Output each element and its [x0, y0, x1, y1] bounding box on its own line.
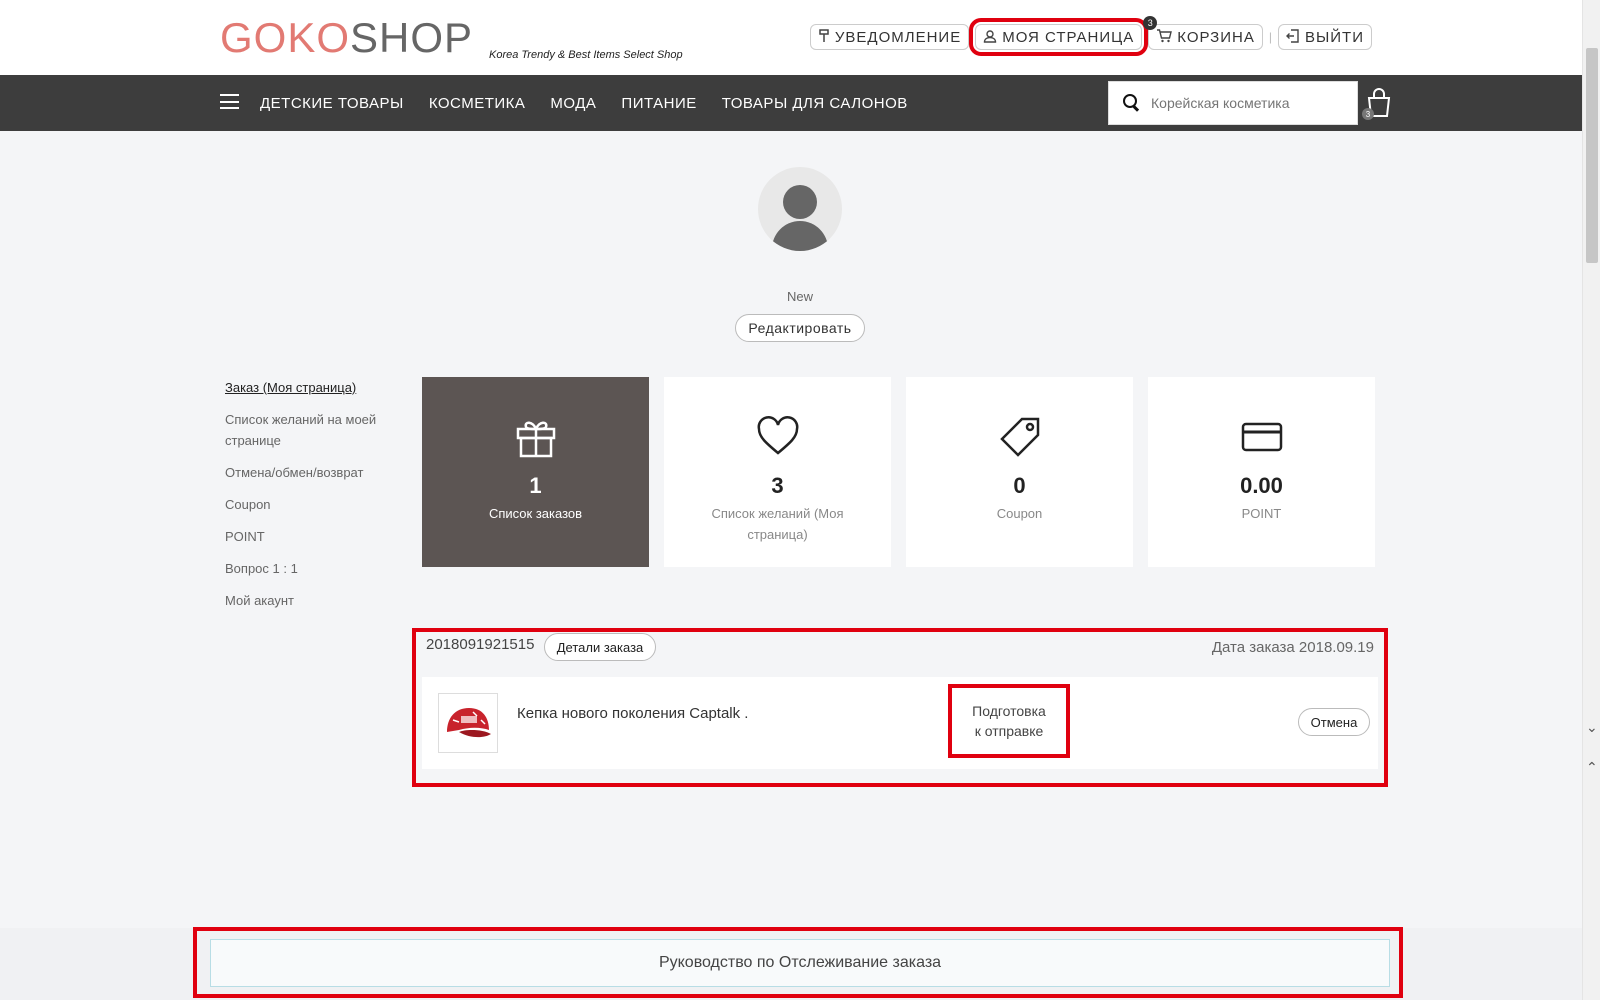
gift-icon	[516, 421, 555, 458]
notification-link[interactable]: УВЕДОМЛЕНИЕ	[809, 24, 970, 50]
site-logo[interactable]: GOKOSHOP Korea Trendy & Best Items Selec…	[220, 14, 683, 62]
bag-count-badge: 3	[1362, 108, 1374, 120]
wishlist-label: Список желаний (Моя страница)	[711, 506, 844, 542]
logout-label: ВЫЙТИ	[1304, 28, 1364, 46]
coupon-label: Coupon	[996, 506, 1043, 521]
cart-label: КОРЗИНА	[1177, 28, 1255, 46]
cap-image	[447, 708, 491, 738]
main-nav: ДЕТСКИЕ ТОВАРЫ КОСМЕТИКА МОДА ПИТАНИЕ ТО…	[0, 75, 1582, 131]
link-separator: |	[1268, 30, 1272, 44]
order-details-button[interactable]: Детали заказа	[544, 633, 656, 661]
search-icon[interactable]	[1121, 92, 1143, 114]
sidebar-item-point[interactable]: POINT	[225, 526, 390, 547]
wishlist-card[interactable]: 3 Список желаний (Моя страница)	[664, 377, 891, 567]
status-line-2: к отправке	[974, 723, 1044, 739]
nav-menu: ДЕТСКИЕ ТОВАРЫ КОСМЕТИКА МОДА ПИТАНИЕ ТО…	[260, 75, 908, 131]
site-header: GOKOSHOP Korea Trendy & Best Items Selec…	[0, 0, 1582, 75]
edit-profile-button[interactable]: Редактировать	[735, 314, 865, 342]
avatar	[758, 167, 842, 251]
product-thumbnail[interactable]	[438, 693, 498, 753]
orders-card[interactable]: 1 Список заказов	[422, 377, 649, 567]
logo-text-shop: SHOP	[350, 14, 474, 61]
member-grade: New	[786, 289, 813, 304]
orders-label: Список заказов	[488, 506, 583, 521]
logo-text-goko: GOKO	[220, 14, 351, 61]
scroll-thumb[interactable]	[1586, 48, 1598, 263]
point-card[interactable]: 0.00 POINT	[1148, 377, 1375, 567]
order-status: Подготовка к отправке	[948, 684, 1070, 758]
coupon-card[interactable]: 0 Coupon	[906, 377, 1133, 567]
logout-icon	[1285, 28, 1300, 46]
nav-item-salon[interactable]: ТОВАРЫ ДЛЯ САЛОНОВ	[722, 95, 908, 112]
notification-label: УВЕДОМЛЕНИЕ	[834, 28, 962, 46]
cart-link[interactable]: 3 КОРЗИНА	[1143, 16, 1263, 50]
order-block: 2018091921515 Детали заказа Дата заказа …	[412, 628, 1388, 787]
sidebar-item-account[interactable]: Мой акаунт	[225, 590, 390, 611]
mypage-sidebar: Заказ (Моя страница) Список желаний на м…	[225, 377, 390, 622]
order-item-row: Кепка нового поколения Captalk . Подгото…	[422, 677, 1378, 769]
cart-icon	[1156, 28, 1173, 46]
my-page-link[interactable]: МОЯ СТРАНИЦА	[969, 18, 1149, 56]
nav-item-kids[interactable]: ДЕТСКИЕ ТОВАРЫ	[260, 95, 404, 112]
point-value: 0.00	[1240, 473, 1283, 498]
sidebar-item-wishlist[interactable]: Список желаний на моей странице	[225, 409, 390, 451]
pin-icon	[818, 28, 830, 46]
tag-icon	[999, 417, 1039, 457]
logo-tagline: Korea Trendy & Best Items Select Shop	[489, 49, 683, 61]
scroll-down-icon[interactable]: ⌄	[1586, 720, 1598, 734]
sidebar-item-returns[interactable]: Отмена/обмен/возврат	[225, 462, 390, 483]
credit-card-icon	[1241, 422, 1282, 452]
wishlist-count: 3	[771, 473, 784, 498]
point-label: POINT	[1241, 506, 1282, 521]
sidebar-item-qna[interactable]: Вопрос 1 : 1	[225, 558, 390, 579]
cancel-order-button[interactable]: Отмена	[1298, 708, 1370, 736]
top-links: УВЕДОМЛЕНИЕ МОЯ СТРАНИЦА 3 КОРЗИНА | ВЫЙ…	[809, 16, 1372, 56]
status-line-1: Подготовка	[972, 703, 1046, 719]
cart-count-badge: 3	[1143, 16, 1158, 30]
nav-item-cosmetics[interactable]: КОСМЕТИКА	[429, 95, 526, 112]
logout-link[interactable]: ВЫЙТИ	[1277, 24, 1372, 50]
sidebar-item-coupon[interactable]: Coupon	[225, 494, 390, 515]
search-input[interactable]	[1151, 95, 1351, 111]
menu-icon[interactable]	[220, 94, 239, 109]
scroll-up-icon[interactable]: ⌃	[1586, 760, 1598, 774]
coupon-count: 0	[1013, 473, 1026, 498]
summary-cards: 1 Список заказов 3 Список желаний (Моя с…	[422, 377, 1375, 567]
nav-item-food[interactable]: ПИТАНИЕ	[621, 95, 696, 112]
nav-item-fashion[interactable]: МОДА	[550, 95, 596, 112]
my-page-label: МОЯ СТРАНИЦА	[1002, 28, 1135, 46]
page-scrollbar[interactable]: ⌄ ⌃	[1582, 0, 1600, 1000]
order-tracking-guide-button[interactable]: Руководство по Отслеживание заказа	[210, 939, 1390, 987]
heart-icon	[757, 416, 798, 455]
product-name[interactable]: Кепка нового поколения Captalk .	[517, 705, 748, 722]
order-date: Дата заказа 2018.09.19	[1211, 639, 1374, 656]
search-box	[1108, 81, 1358, 125]
user-icon	[983, 29, 997, 46]
sidebar-item-orders[interactable]: Заказ (Моя страница)	[225, 377, 390, 398]
orders-count: 1	[529, 473, 542, 498]
order-number: 2018091921515	[426, 636, 535, 653]
